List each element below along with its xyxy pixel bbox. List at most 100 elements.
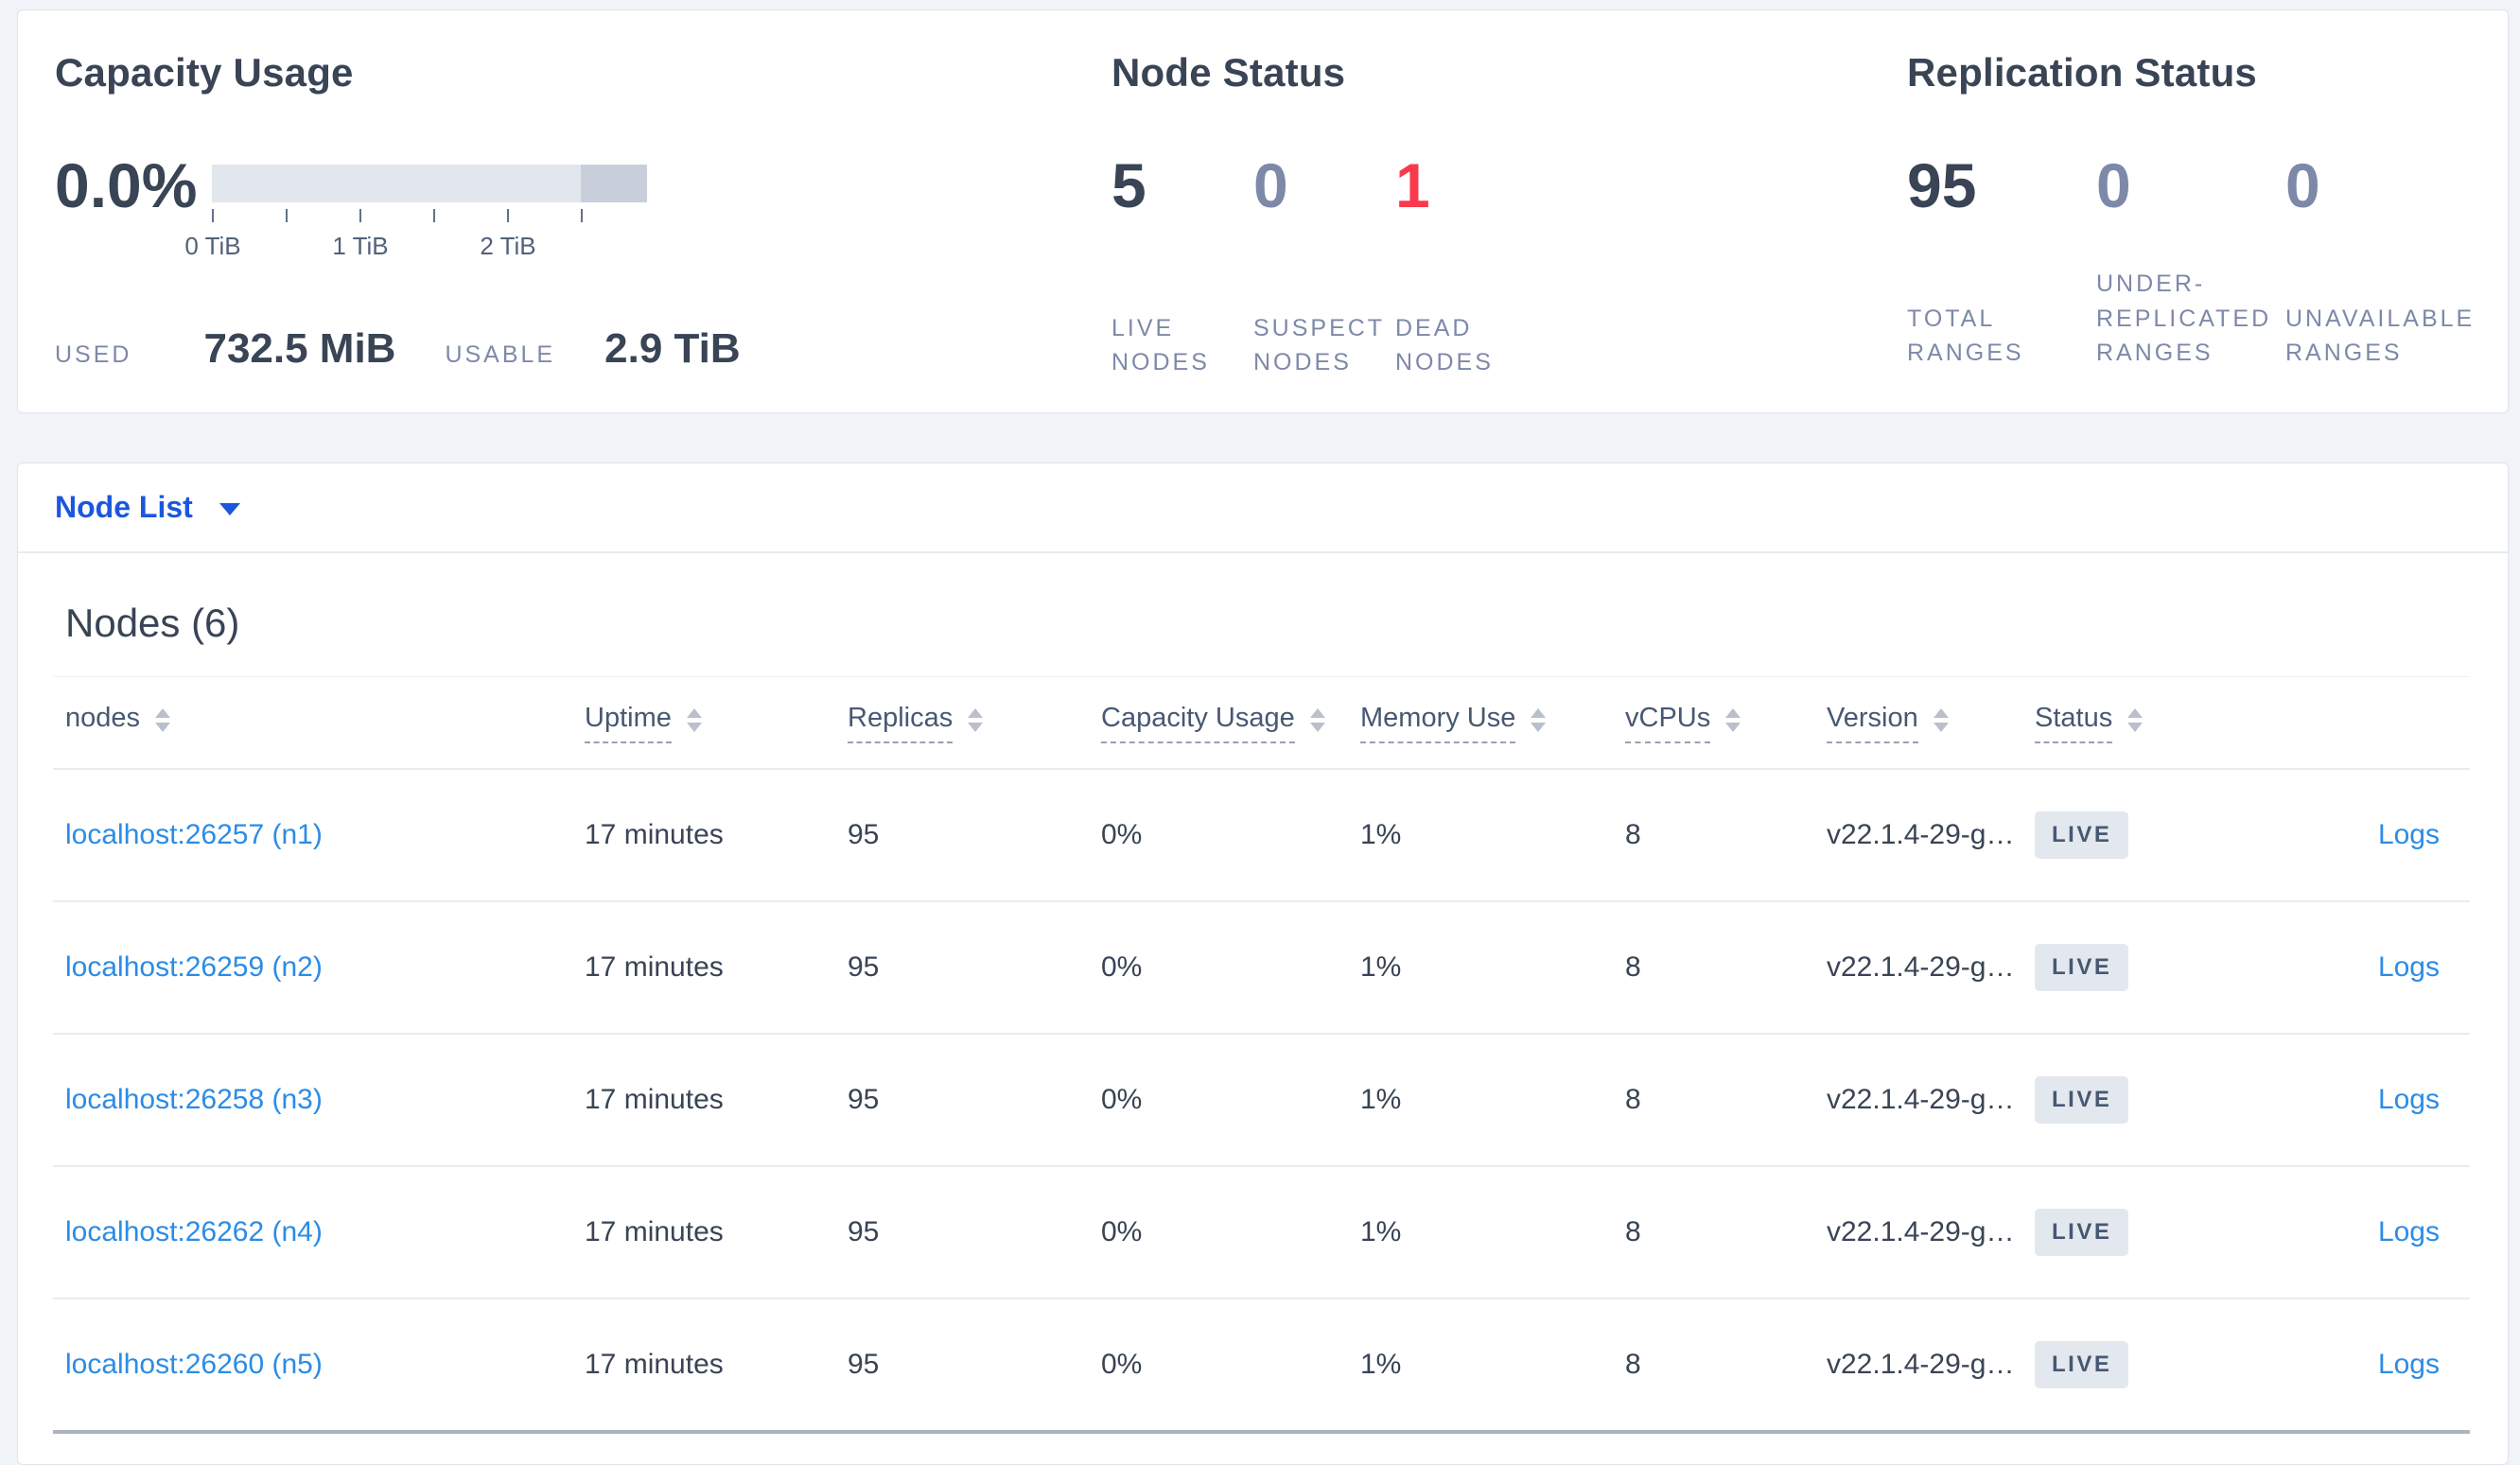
status-cell: LIVE — [2035, 811, 2252, 859]
capacity-usage-cell: 0% — [1101, 1084, 1143, 1115]
capacity-usage-cell: 0% — [1101, 1216, 1143, 1247]
uptime-cell: 17 minutes — [585, 1084, 724, 1115]
column-header[interactable]: Uptime — [585, 703, 848, 743]
status-cell: LIVE — [2035, 944, 2252, 991]
sort-icon[interactable] — [1933, 707, 1949, 732]
node-link[interactable]: localhost:26259 (n2) — [65, 951, 585, 984]
version-cell: v22.1.4-29-g… — [1827, 1349, 2015, 1380]
column-header[interactable]: Status — [2035, 703, 2252, 743]
axis-tick — [359, 209, 361, 222]
node-list-panel: Node List Nodes (6) nodes Uptime Replica… — [17, 462, 2509, 1465]
sort-icon[interactable] — [1725, 707, 1741, 732]
sort-desc-icon — [1531, 722, 1547, 732]
status-cell: LIVE — [2035, 1076, 2252, 1124]
axis-tick-label: 0 TiB — [184, 232, 241, 260]
vcpus-cell: 8 — [1625, 1216, 1641, 1247]
vcpus-cell: 8 — [1625, 819, 1641, 850]
dead-nodes-value: 1 — [1395, 150, 1430, 220]
sort-icon[interactable] — [155, 707, 171, 732]
sort-desc-icon — [968, 722, 984, 732]
sort-icon[interactable] — [2127, 707, 2144, 732]
replicas-cell: 95 — [848, 1084, 880, 1115]
node-link[interactable]: localhost:26260 (n5) — [65, 1349, 585, 1381]
status-badge: LIVE — [2035, 1076, 2129, 1124]
capacity-used-usable-row: USED 732.5 MiB USABLE 2.9 TiB — [55, 325, 741, 373]
uptime-cell: 17 minutes — [585, 819, 724, 850]
table-row: localhost:26257 (n1) 17 minutes 95 0% 1%… — [18, 770, 2508, 900]
column-header[interactable]: Memory Use — [1360, 703, 1625, 743]
cluster-summary-panel: Capacity Usage 0.0% 0 TiB 1 TiB 2 TiB US… — [17, 9, 2509, 413]
sort-asc-icon — [1725, 707, 1741, 718]
column-header[interactable]: Capacity Usage — [1101, 703, 1360, 743]
suspect-nodes-label: SUSPECT NODES — [1253, 315, 1385, 376]
replication-status-title: Replication Status — [1907, 50, 2257, 95]
axis-tick-label: 2 TiB — [480, 232, 536, 260]
column-header-label: Version — [1827, 703, 1918, 743]
memory-use-cell: 1% — [1360, 1084, 1402, 1115]
sort-icon[interactable] — [1309, 707, 1325, 732]
logs-link[interactable]: Logs — [2252, 951, 2440, 984]
sort-icon[interactable] — [686, 707, 702, 732]
memory-use-cell: 1% — [1360, 819, 1402, 850]
column-header-label: Memory Use — [1360, 703, 1516, 743]
status-badge: LIVE — [2035, 1209, 2129, 1256]
sort-icon[interactable] — [1531, 707, 1547, 732]
sort-desc-icon — [2127, 722, 2144, 732]
capacity-bar-reserved-segment — [581, 165, 647, 202]
table-row: localhost:26262 (n4) 17 minutes 95 0% 1%… — [18, 1167, 2508, 1298]
unavailable-ranges-value: 0 — [2285, 150, 2320, 220]
status-cell: LIVE — [2035, 1341, 2252, 1388]
table-body: localhost:26257 (n1) 17 minutes 95 0% 1%… — [18, 770, 2508, 1434]
node-list-dropdown[interactable]: Node List — [18, 463, 2508, 553]
status-cell: LIVE — [2035, 1209, 2252, 1256]
total-ranges-value: 95 — [1907, 150, 1977, 220]
logs-link[interactable]: Logs — [2252, 819, 2440, 851]
axis-tick — [286, 209, 288, 222]
column-header-label: nodes — [65, 702, 141, 733]
node-link[interactable]: localhost:26262 (n4) — [65, 1216, 585, 1248]
column-header-label: Status — [2035, 703, 2113, 743]
table-row: localhost:26259 (n2) 17 minutes 95 0% 1%… — [18, 902, 2508, 1033]
capacity-bar — [212, 165, 647, 202]
node-status-labels: LIVE NODES SUSPECT NODES DEAD NODES — [1111, 311, 1537, 380]
uptime-cell: 17 minutes — [585, 1349, 724, 1380]
column-header[interactable] — [2252, 718, 2440, 727]
axis-tick — [212, 209, 214, 222]
table-header-row: nodes Uptime Replicas Capacity Usage Mem… — [18, 677, 2508, 768]
column-header[interactable]: Replicas — [848, 703, 1101, 743]
column-header-label: vCPUs — [1625, 703, 1711, 743]
logs-link[interactable]: Logs — [2252, 1349, 2440, 1381]
status-badge: LIVE — [2035, 1341, 2129, 1388]
sort-asc-icon — [686, 707, 702, 718]
sort-desc-icon — [686, 722, 702, 732]
sort-desc-icon — [1933, 722, 1949, 732]
unavailable-ranges-label: UNAVAILABLE RANGES — [2285, 305, 2476, 366]
axis-tick-label: 1 TiB — [332, 232, 389, 260]
node-status-values: 5 0 1 — [1111, 154, 1537, 217]
sort-desc-icon — [155, 722, 171, 732]
column-header[interactable]: vCPUs — [1625, 703, 1827, 743]
total-ranges-label: TOTAL RANGES — [1907, 305, 2024, 366]
node-status-title: Node Status — [1111, 50, 1346, 95]
status-badge: LIVE — [2035, 944, 2129, 991]
sort-desc-icon — [1309, 722, 1325, 732]
replicas-cell: 95 — [848, 819, 880, 850]
used-value: 732.5 MiB — [203, 325, 396, 372]
node-link[interactable]: localhost:26257 (n1) — [65, 819, 585, 851]
node-link[interactable]: localhost:26258 (n3) — [65, 1084, 585, 1116]
column-header[interactable]: Version — [1827, 703, 2035, 743]
capacity-usage-title: Capacity Usage — [55, 50, 354, 95]
axis-tick — [433, 209, 435, 222]
axis-tick — [507, 209, 509, 222]
sort-asc-icon — [2127, 707, 2144, 718]
live-nodes-value: 5 — [1111, 150, 1146, 220]
logs-link[interactable]: Logs — [2252, 1216, 2440, 1248]
column-header[interactable]: nodes — [65, 703, 585, 743]
logs-link[interactable]: Logs — [2252, 1084, 2440, 1116]
memory-use-cell: 1% — [1360, 1349, 1402, 1380]
sort-icon[interactable] — [968, 707, 984, 732]
replicas-cell: 95 — [848, 1216, 880, 1247]
sort-asc-icon — [968, 707, 984, 718]
chevron-down-icon — [219, 503, 240, 515]
under-replicated-ranges-value: 0 — [2096, 150, 2131, 220]
